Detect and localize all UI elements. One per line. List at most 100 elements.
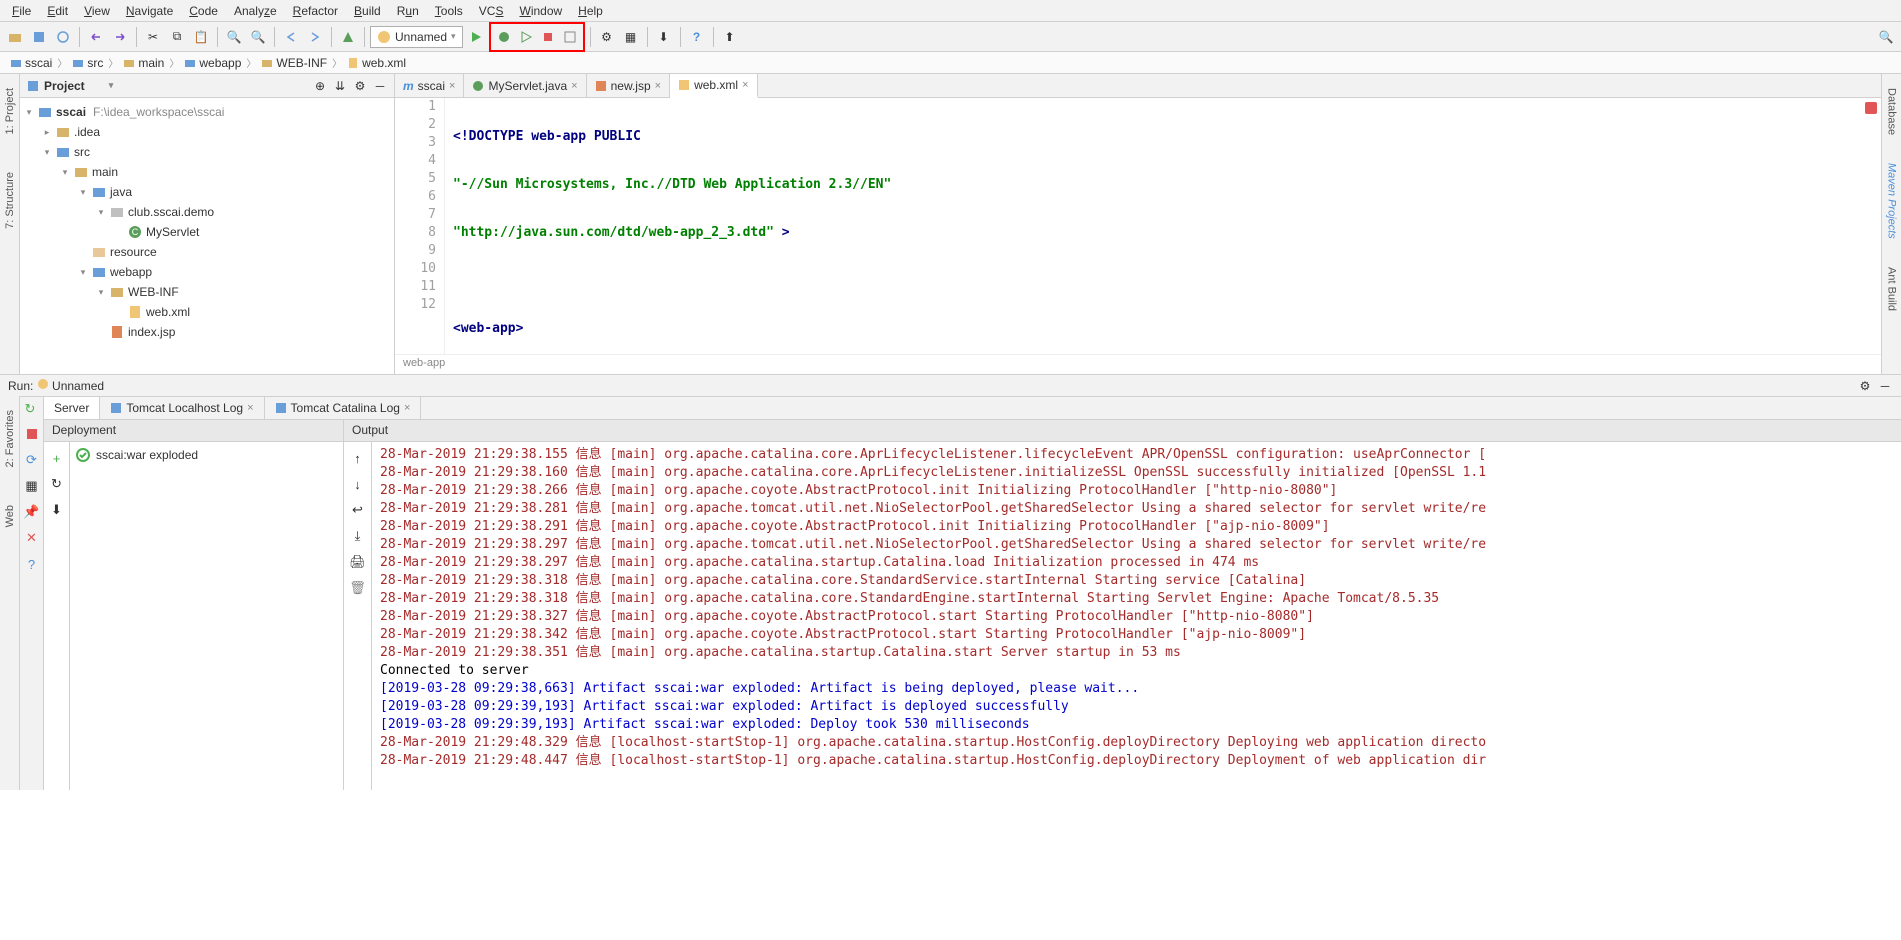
menu-run[interactable]: Run — [389, 2, 427, 20]
tree-idea[interactable]: ▸.idea — [20, 122, 394, 142]
menu-build[interactable]: Build — [346, 2, 389, 20]
scroll-button[interactable]: ⤓ — [348, 526, 368, 546]
debug-button[interactable] — [493, 26, 515, 48]
tab-newjsp[interactable]: new.jsp× — [587, 74, 670, 97]
menu-navigate[interactable]: Navigate — [118, 2, 181, 20]
update-button[interactable]: ⬆ — [719, 26, 741, 48]
run-tab-localhost[interactable]: Tomcat Localhost Log× — [100, 397, 264, 419]
tree-src[interactable]: ▾src — [20, 142, 394, 162]
menu-view[interactable]: View — [76, 2, 118, 20]
tab-myservlet[interactable]: MyServlet.java× — [464, 74, 586, 97]
close-icon[interactable]: × — [742, 79, 748, 91]
close-icon[interactable]: × — [404, 402, 410, 414]
code-breadcrumb[interactable]: web-app — [395, 354, 1881, 374]
gear-icon[interactable]: ⚙ — [1857, 378, 1873, 394]
build-button[interactable] — [337, 26, 359, 48]
stop-button[interactable] — [537, 26, 559, 48]
tree-package[interactable]: ▾club.sscai.demo — [20, 202, 394, 222]
crumb-sscai[interactable]: sscai — [6, 56, 56, 70]
replace-button[interactable]: 🔍 — [247, 26, 269, 48]
tree-indexjsp[interactable]: index.jsp — [20, 322, 394, 342]
tree-webxml[interactable]: web.xml — [20, 302, 394, 322]
close-icon[interactable]: × — [571, 80, 577, 92]
tree-java[interactable]: ▾java — [20, 182, 394, 202]
close-icon[interactable]: × — [655, 80, 661, 92]
collapse-icon[interactable]: ⇊ — [332, 78, 348, 94]
crumb-src[interactable]: src — [68, 56, 107, 70]
deployment-artifact[interactable]: sscai:war exploded — [70, 442, 343, 468]
menu-window[interactable]: Window — [511, 2, 570, 20]
coverage-button[interactable] — [515, 26, 537, 48]
tree-webinf[interactable]: ▾WEB-INF — [20, 282, 394, 302]
deploy-refresh-button[interactable]: ↻ — [47, 474, 67, 494]
tree-main[interactable]: ▾main — [20, 162, 394, 182]
undo-button[interactable] — [85, 26, 107, 48]
deploy-add-button[interactable]: + — [47, 448, 67, 468]
profile-button[interactable] — [559, 26, 581, 48]
forward-button[interactable] — [304, 26, 326, 48]
chevron-down-icon[interactable]: ▾ — [109, 80, 114, 91]
layout-button[interactable]: ▦ — [22, 476, 42, 496]
project-structure-button[interactable]: ▦ — [620, 26, 642, 48]
locate-icon[interactable]: ⊕ — [312, 78, 328, 94]
print-button[interactable]: 🖨 — [348, 552, 368, 572]
cut-button[interactable]: ✂ — [142, 26, 164, 48]
crumb-webinf[interactable]: WEB-INF — [257, 56, 331, 70]
gear-icon[interactable]: ⚙ — [352, 78, 368, 94]
tab-webxml[interactable]: web.xml× — [670, 74, 757, 98]
sync-button[interactable] — [52, 26, 74, 48]
save-button[interactable] — [28, 26, 50, 48]
menu-tools[interactable]: Tools — [427, 2, 471, 20]
menu-file[interactable]: File — [4, 2, 39, 20]
deploy-undeploy-button[interactable]: ⬇ — [47, 500, 67, 520]
tool-favorites-tab[interactable]: 2: Favorites — [4, 406, 16, 471]
open-button[interactable] — [4, 26, 26, 48]
code-editor[interactable]: 123456789101112 <!DOCTYPE web-app PUBLIC… — [395, 98, 1881, 354]
menu-vcs[interactable]: VCS — [471, 2, 512, 20]
menu-code[interactable]: Code — [181, 2, 226, 20]
tool-maven-tab[interactable]: Maven Projects — [1886, 159, 1898, 243]
run-configuration-selector[interactable]: Unnamed ▾ — [370, 26, 463, 48]
close-button[interactable]: ✕ — [22, 528, 42, 548]
tree-resource[interactable]: resource — [20, 242, 394, 262]
tree-servlet-class[interactable]: CMyServlet — [20, 222, 394, 242]
clear-button[interactable]: 🗑 — [348, 578, 368, 598]
settings-button[interactable]: ⚙ — [596, 26, 618, 48]
menu-help[interactable]: Help — [570, 2, 611, 20]
crumb-webapp[interactable]: webapp — [180, 56, 245, 70]
close-icon[interactable]: × — [449, 80, 455, 92]
tool-ant-tab[interactable]: Ant Build — [1886, 263, 1898, 315]
tool-project-tab[interactable]: 1: Project — [4, 84, 16, 138]
console-output[interactable]: 28-Mar-2019 21:29:38.155 信息 [main] org.a… — [372, 442, 1901, 790]
help-button[interactable]: ? — [22, 554, 42, 574]
stop-button[interactable] — [22, 424, 42, 444]
crumb-main[interactable]: main — [119, 56, 168, 70]
hide-icon[interactable]: ─ — [372, 78, 388, 94]
tool-database-tab[interactable]: Database — [1886, 84, 1898, 139]
pin-button[interactable]: 📌 — [22, 502, 42, 522]
tool-web-tab[interactable]: Web — [4, 501, 16, 531]
wrap-button[interactable]: ↩ — [348, 500, 368, 520]
tree-webapp[interactable]: ▾webapp — [20, 262, 394, 282]
tab-sscai[interactable]: msscai× — [395, 74, 464, 97]
help-button[interactable]: ? — [686, 26, 708, 48]
down-button[interactable]: ↓ — [348, 474, 368, 494]
project-tree[interactable]: ▾sscaiF:\idea_workspace\sscai ▸.idea ▾sr… — [20, 98, 394, 374]
tool-structure-tab[interactable]: 7: Structure — [4, 168, 16, 233]
menu-analyze[interactable]: Analyze — [226, 2, 285, 20]
back-button[interactable] — [280, 26, 302, 48]
up-button[interactable]: ↑ — [348, 448, 368, 468]
hide-icon[interactable]: ─ — [1877, 378, 1893, 394]
menu-edit[interactable]: Edit — [39, 2, 76, 20]
sdk-button[interactable]: ⬇ — [653, 26, 675, 48]
copy-button[interactable]: ⧉ — [166, 26, 188, 48]
run-button[interactable] — [465, 26, 487, 48]
crumb-webxml[interactable]: web.xml — [343, 56, 410, 70]
code-content[interactable]: <!DOCTYPE web-app PUBLIC "-//Sun Microsy… — [445, 98, 1881, 354]
find-button[interactable]: 🔍 — [223, 26, 245, 48]
run-tab-catalina[interactable]: Tomcat Catalina Log× — [265, 397, 422, 419]
run-tab-server[interactable]: Server — [44, 397, 100, 419]
redo-button[interactable] — [109, 26, 131, 48]
search-everywhere-button[interactable]: 🔍 — [1875, 26, 1897, 48]
paste-button[interactable]: 📋 — [190, 26, 212, 48]
